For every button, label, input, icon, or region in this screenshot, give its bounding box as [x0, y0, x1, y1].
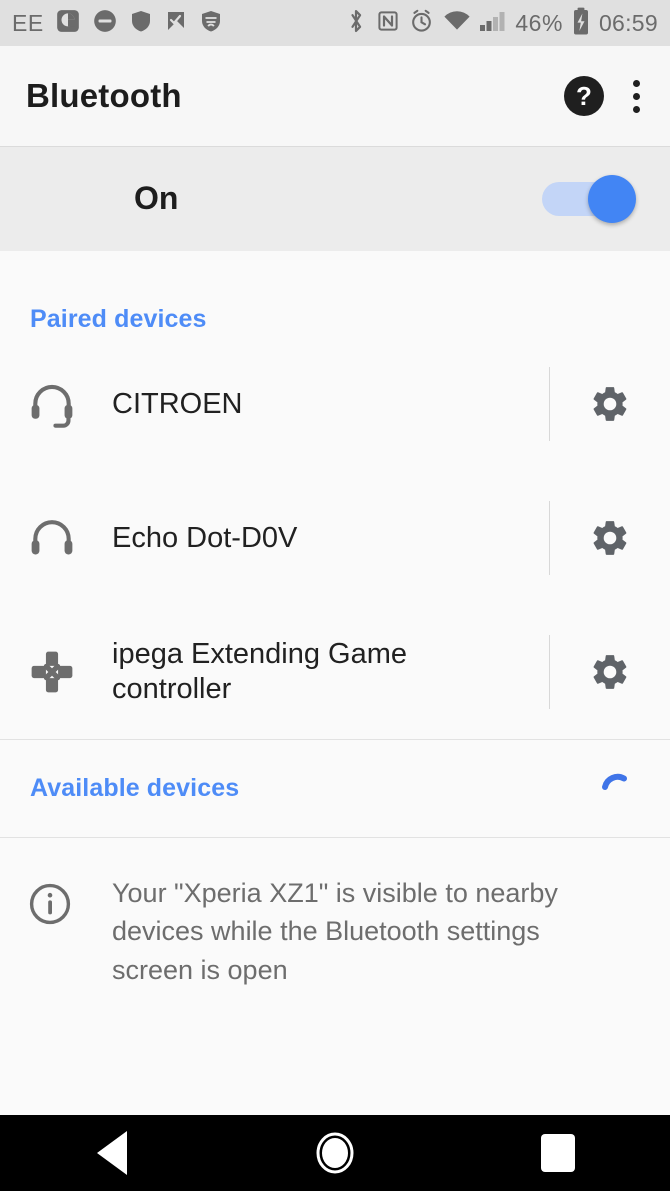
available-devices-header-label: Available devices: [30, 774, 240, 802]
gamepad-dpad-icon: [26, 646, 104, 698]
device-name: CITROEN: [112, 387, 243, 420]
action-bar-actions: ?: [564, 75, 644, 117]
visibility-info-text: Your "Xperia XZ1" is visible to nearby d…: [112, 878, 558, 985]
paired-devices-header-label: Paired devices: [30, 305, 207, 333]
device-name: ipega Extending Game controller: [112, 638, 408, 705]
help-label: ?: [576, 81, 592, 111]
home-circle-icon: [316, 1132, 354, 1174]
bluetooth-toggle-switch[interactable]: [542, 174, 640, 223]
bluetooth-master-switch-row[interactable]: On: [0, 146, 670, 251]
row-divider: [549, 501, 550, 575]
carrier-label: EE: [12, 9, 44, 36]
action-bar: Bluetooth ?: [0, 46, 670, 146]
sim-card-icon: [55, 8, 81, 39]
recents-button[interactable]: [483, 1115, 633, 1191]
page-title: Bluetooth: [26, 77, 182, 114]
gear-icon[interactable]: [578, 372, 642, 436]
back-triangle-icon: [96, 1131, 127, 1175]
battery-charging-icon: [572, 7, 590, 40]
battery-percent-label: 46%: [515, 9, 563, 36]
visibility-info-block: Your "Xperia XZ1" is visible to nearby d…: [0, 838, 670, 989]
overflow-dot: [632, 105, 640, 113]
device-name: Echo Dot-D0V: [112, 521, 298, 554]
recents-square-icon: [541, 1134, 576, 1172]
gear-icon[interactable]: [578, 506, 642, 570]
list-item[interactable]: Echo Dot-D0V: [0, 471, 670, 605]
alarm-icon: [409, 8, 434, 39]
status-bar: EE 46% 06:59: [0, 0, 670, 46]
headset-icon: [26, 378, 104, 430]
cellular-signal-icon: [480, 9, 506, 38]
help-circle-icon[interactable]: ?: [564, 76, 604, 116]
shield-waves-icon: [199, 8, 223, 39]
clock-label: 06:59: [598, 9, 658, 36]
do-not-disturb-icon: [92, 8, 118, 39]
check-flag-icon: [164, 8, 188, 39]
shield-icon: [129, 8, 153, 39]
available-devices-header: Available devices: [0, 740, 670, 837]
progress-spinner-icon: [596, 767, 640, 811]
row-divider: [549, 367, 550, 441]
list-item[interactable]: CITROEN: [0, 337, 670, 471]
status-bar-right-icons: 46% 06:59: [345, 7, 658, 40]
list-item[interactable]: ipega Extending Game controller: [0, 605, 670, 739]
info-circle-icon: [26, 874, 104, 989]
nfc-icon: [376, 8, 400, 39]
system-navigation-bar: [0, 1115, 670, 1191]
overflow-menu-icon[interactable]: [632, 75, 644, 117]
wifi-icon: [443, 9, 471, 38]
bluetooth-state-label: On: [134, 180, 179, 216]
headphones-icon: [26, 512, 104, 564]
phone-screen: EE 46% 06:59 Bluetooth ? On Paired devic…: [0, 0, 670, 1191]
back-button[interactable]: [37, 1115, 187, 1191]
paired-devices-header: Paired devices: [0, 251, 670, 337]
status-bar-left-icons: EE: [12, 8, 223, 39]
row-divider: [549, 635, 550, 709]
gear-icon[interactable]: [578, 640, 642, 704]
overflow-dot: [632, 79, 640, 87]
bluetooth-icon: [345, 7, 367, 40]
home-button[interactable]: [260, 1115, 410, 1191]
content-area: Paired devices CITROEN Echo Dot-D0V ipeg…: [0, 251, 670, 989]
overflow-dot: [632, 92, 640, 100]
switch-thumb: [588, 174, 636, 223]
